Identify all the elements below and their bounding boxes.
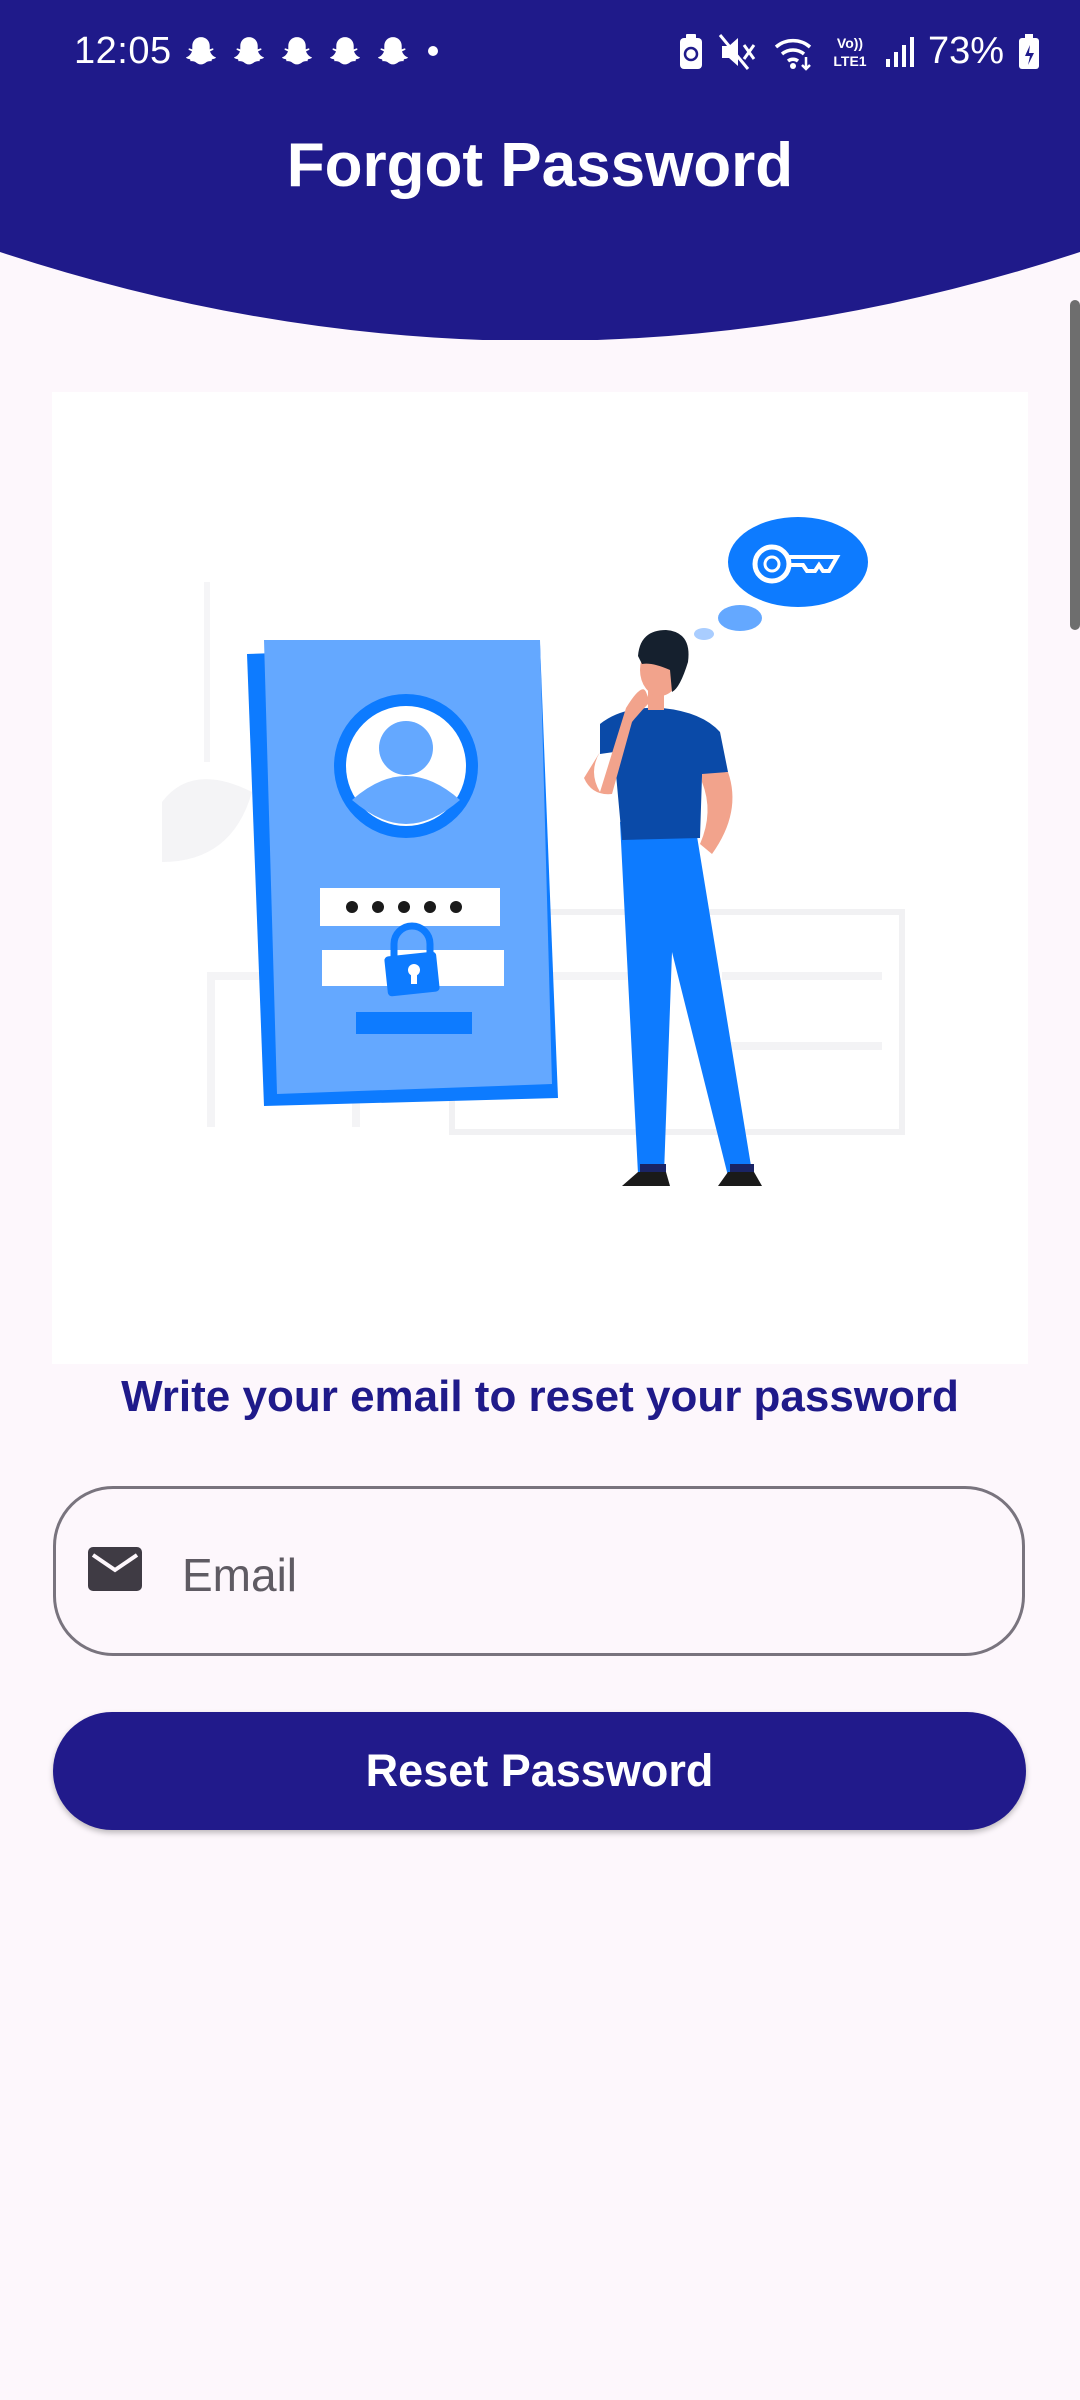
system-icons: Vo)) LTE1 73%	[678, 30, 1040, 73]
snapchat-icon	[233, 37, 265, 65]
battery-icon	[1019, 33, 1039, 69]
mute-icon	[718, 33, 756, 70]
svg-text:LTE1: LTE1	[833, 53, 866, 69]
instruction-text: Write your email to reset your password	[121, 1372, 959, 1421]
battery-saver-icon	[679, 33, 702, 69]
notification-dot	[428, 46, 438, 56]
battery-percentage: 73%	[927, 30, 1004, 72]
person-thinking-key-illustration	[162, 517, 905, 1186]
wifi-icon	[774, 38, 812, 71]
snapchat-icon	[185, 37, 217, 65]
email-input[interactable]	[180, 1529, 984, 1621]
mail-icon	[88, 1547, 142, 1591]
snapchat-icon	[329, 37, 361, 65]
volte-icon: Vo)) LTE1	[833, 35, 866, 69]
signal-icon	[885, 36, 914, 67]
email-field[interactable]	[53, 1486, 1025, 1656]
status-bar: 12:05 Vo)) LTE1 73%	[0, 0, 1080, 108]
status-time: 12:05	[74, 30, 172, 72]
snapchat-icon	[281, 37, 313, 65]
notification-icons	[182, 34, 412, 72]
page-title: Forgot Password	[286, 131, 794, 200]
svg-text:Vo)): Vo))	[837, 35, 863, 51]
snapchat-icon	[377, 37, 409, 65]
forgot-password-illustration	[52, 392, 1028, 1364]
scrollbar-thumb[interactable]	[1070, 300, 1080, 630]
reset-password-button[interactable]: Reset Password	[53, 1712, 1026, 1830]
